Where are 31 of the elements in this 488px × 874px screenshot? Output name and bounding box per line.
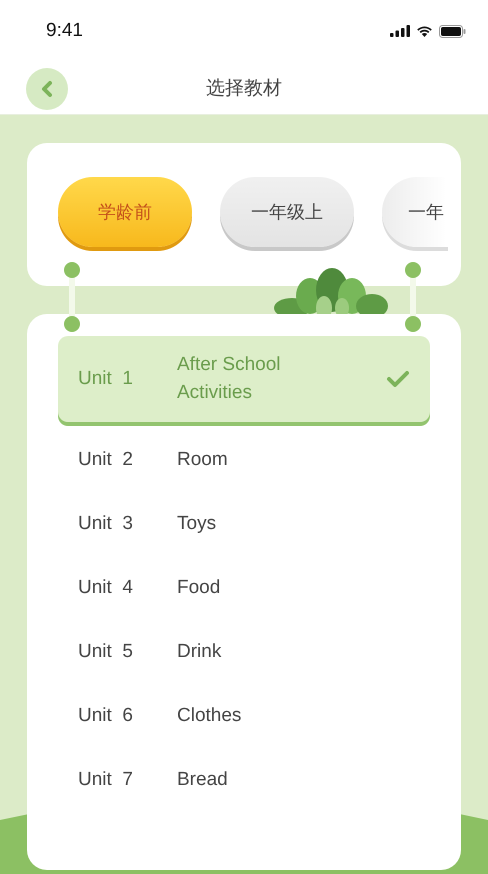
unit-item[interactable]: Unit 3 Toys [58,492,430,556]
signal-icon [390,25,410,37]
unit-number: Unit 5 [78,641,134,663]
unit-item[interactable]: Unit 7 Bread [58,748,430,812]
page-title: 选择教材 [206,76,282,101]
connector-drawing [403,262,423,332]
unit-item[interactable]: Unit 4 Food [58,556,430,620]
back-button[interactable] [26,68,68,110]
unit-title: Clothes [177,704,242,728]
unit-item[interactable]: Unit 2 Room [58,428,430,492]
unit-item[interactable]: Unit 5 Drink [58,620,430,684]
status-time: 9:41 [46,20,83,42]
unit-title: Drink [177,640,222,664]
battery-icon [439,24,466,38]
check-icon [386,370,410,388]
unit-number: Unit 3 [78,513,134,535]
grade-tab[interactable]: 一年级上 [220,177,354,247]
wifi-icon [416,25,433,37]
unit-title: Food [177,576,222,600]
grade-tab[interactable]: 一年 [382,177,448,247]
unit-title: Bread [177,768,229,792]
unit-number: Unit 7 [78,769,134,791]
unit-title: After School Activities [177,352,282,405]
unit-number: Unit 1 [78,368,134,390]
connector-drawing [62,262,82,332]
unit-number: Unit 6 [78,705,134,727]
unit-number: Unit 2 [78,449,134,471]
unit-item[interactable]: Unit 6 Clothes [58,684,430,748]
unit-title: Room [177,448,229,472]
unit-title: Toys [177,512,218,536]
unit-number: Unit 4 [78,577,134,599]
